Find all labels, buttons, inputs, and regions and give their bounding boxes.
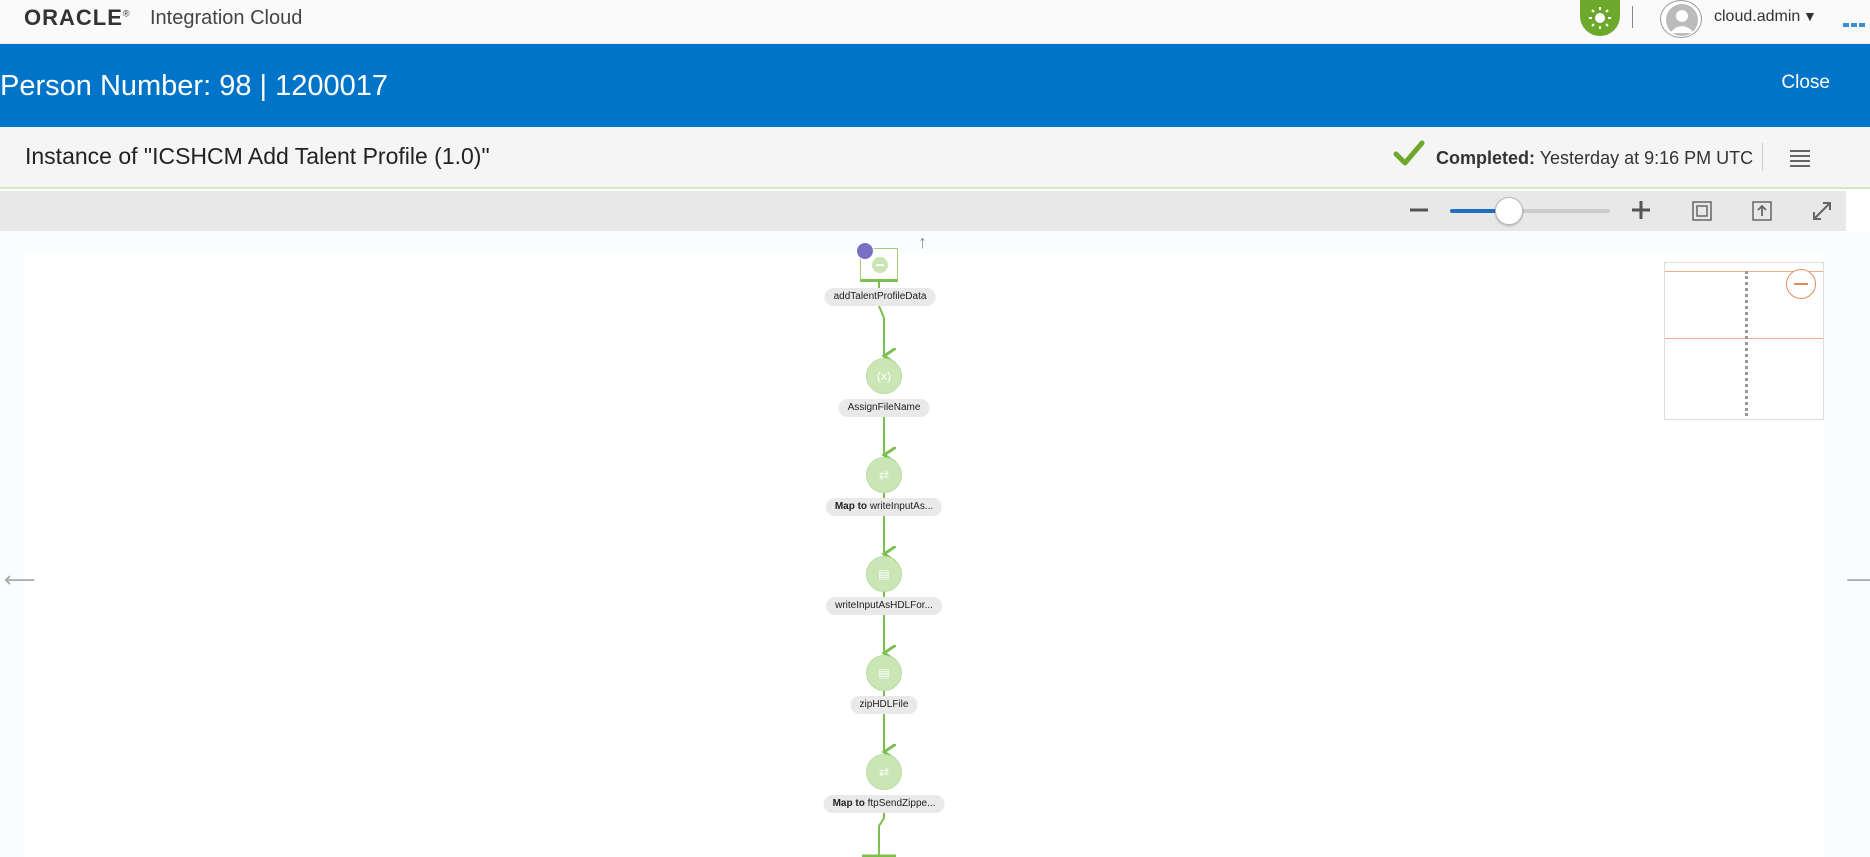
status-text: Completed: Yesterday at 9:16 PM UTC [1436, 148, 1753, 169]
oracle-logo: ORACLE® [24, 5, 131, 30]
minimap-flow-line [1745, 271, 1748, 416]
page-title: Person Number: 98 | 1200017 [0, 70, 389, 102]
product-name: Integration Cloud [150, 7, 303, 29]
zoom-slider[interactable] [1450, 197, 1610, 225]
status-label: Completed: [1436, 148, 1535, 168]
avatar[interactable] [1660, 0, 1702, 38]
close-button[interactable]: Close [1781, 72, 1830, 94]
canvas-right-gutter: ⟶ [1846, 231, 1870, 857]
flow-node-label[interactable]: Map to ftpSendZippe... [823, 795, 945, 813]
instance-title: Instance of "ICSHCM Add Talent Profile (… [25, 143, 490, 169]
chevron-down-icon[interactable]: ▼ [1803, 8, 1817, 24]
map-icon[interactable]: ⇄ [866, 457, 902, 493]
trigger-node-label[interactable]: addTalentProfileData [824, 288, 936, 306]
expand-icon[interactable] [1810, 199, 1834, 223]
status-time: Yesterday at 9:16 PM UTC [1539, 148, 1754, 168]
zoom-in-icon[interactable] [1630, 199, 1652, 221]
trigger-badge-icon [856, 242, 874, 260]
scroll-left-arrow-icon[interactable]: ⟵ [4, 567, 36, 593]
zoom-out-icon[interactable] [1408, 199, 1430, 221]
user-menu-name[interactable]: cloud.admin [1714, 8, 1800, 26]
fit-to-screen-icon[interactable] [1690, 199, 1714, 223]
flow-canvas[interactable]: ⟵ [0, 231, 1846, 857]
instance-header: Person Number: 98 | 1200017 Close [0, 44, 1870, 127]
file-icon[interactable]: ▤ [866, 556, 902, 592]
up-arrow-icon[interactable]: ↑ [918, 232, 927, 253]
flow-node-label[interactable]: writeInputAsHDLFor... [826, 597, 942, 615]
flow-node-label[interactable]: zipHDLFile [850, 696, 918, 714]
canvas-toolbar [0, 191, 1846, 231]
upload-icon[interactable] [1750, 199, 1774, 223]
flow-node-label[interactable]: AssignFileName [838, 399, 930, 417]
theme-sun-icon[interactable] [1580, 0, 1620, 36]
top-bar: ORACLE® Integration Cloud cloud.admin ▼ [0, 0, 1870, 44]
file-icon[interactable]: ▤ [866, 655, 902, 691]
check-icon [1393, 140, 1425, 166]
status-divider [1762, 143, 1763, 171]
menu-icon[interactable] [1790, 149, 1810, 167]
topbar-divider [1632, 6, 1633, 28]
apps-menu-icon[interactable] [1843, 14, 1867, 27]
zoom-slider-thumb[interactable] [1495, 197, 1524, 225]
minimap-collapse-icon[interactable] [1786, 269, 1816, 299]
variable-icon[interactable]: (x) [866, 358, 902, 394]
map-icon[interactable]: ⇄ [866, 754, 902, 790]
instance-bar: Instance of "ICSHCM Add Talent Profile (… [0, 127, 1870, 189]
flow-node-label[interactable]: Map to writeInputAs... [825, 498, 943, 516]
scroll-right-arrow-icon[interactable]: ⟶ [1846, 567, 1870, 593]
flow-canvas-area[interactable] [24, 253, 1824, 857]
